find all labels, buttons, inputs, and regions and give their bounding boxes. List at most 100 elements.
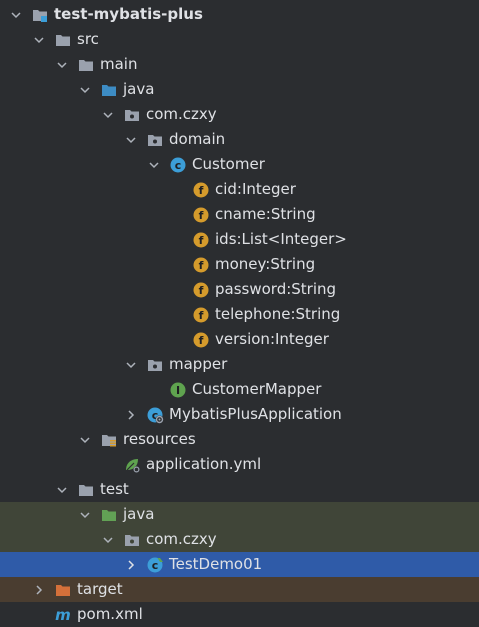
tree-node-mapper[interactable]: mapper (0, 352, 479, 377)
tree-node-main-package[interactable]: com.czxy (0, 102, 479, 127)
tree-node-field[interactable]: f telephone:String (0, 302, 479, 327)
field-label: cname:String (215, 205, 316, 223)
field-icon: f (193, 282, 209, 298)
field-label: cid:Integer (215, 180, 296, 198)
svg-text:f: f (199, 259, 204, 272)
svg-text:f: f (199, 284, 204, 297)
node-label: pom.xml (77, 605, 143, 623)
field-label: version:Integer (215, 330, 329, 348)
tree-node-field[interactable]: f password:String (0, 277, 479, 302)
node-label: com.czxy (146, 530, 217, 548)
interface-icon: I (170, 382, 186, 398)
chevron-down-icon[interactable] (54, 482, 70, 498)
node-label: java (123, 80, 155, 98)
chevron-down-icon[interactable] (77, 507, 93, 523)
node-label: CustomerMapper (192, 380, 322, 398)
tree-node-resources[interactable]: resources (0, 427, 479, 452)
svg-text:f: f (199, 184, 204, 197)
node-label: test (100, 480, 129, 498)
tree-node-main-java[interactable]: java (0, 77, 479, 102)
folder-icon (55, 32, 71, 48)
folder-icon (78, 482, 94, 498)
project-name: test-mybatis-plus (54, 5, 203, 23)
node-label: resources (123, 430, 196, 448)
svg-text:m: m (55, 606, 71, 624)
node-label: java (123, 505, 155, 523)
tree-node-application-yml[interactable]: application.yml (0, 452, 479, 477)
tree-node-test[interactable]: test (0, 477, 479, 502)
package-icon (124, 107, 140, 123)
package-icon (147, 132, 163, 148)
node-label: mapper (169, 355, 228, 373)
package-icon (147, 357, 163, 373)
maven-icon: m (55, 606, 71, 624)
spring-boot-class-icon: c (147, 407, 164, 423)
field-label: ids:List<Integer> (215, 230, 347, 248)
tree-node-test-java[interactable]: java (0, 502, 479, 527)
node-label: target (77, 580, 123, 598)
tree-node-application-class[interactable]: c MybatisPlusApplication (0, 402, 479, 427)
svg-text:f: f (199, 209, 204, 222)
tree-node-main[interactable]: main (0, 52, 479, 77)
chevron-down-icon[interactable] (31, 32, 47, 48)
svg-text:f: f (199, 309, 204, 322)
chevron-down-icon[interactable] (146, 157, 162, 173)
module-folder-icon (32, 7, 48, 23)
tree-node-field[interactable]: f cname:String (0, 202, 479, 227)
class-icon: c (170, 157, 186, 173)
field-icon: f (193, 207, 209, 223)
node-label: domain (169, 130, 226, 148)
node-label: Customer (192, 155, 265, 173)
svg-text:c: c (152, 559, 159, 572)
chevron-down-icon[interactable] (77, 82, 93, 98)
tree-node-field[interactable]: f cid:Integer (0, 177, 479, 202)
tree-node-customer-mapper[interactable]: I CustomerMapper (0, 377, 479, 402)
node-label: main (100, 55, 138, 73)
package-icon (124, 532, 140, 548)
chevron-right-icon[interactable] (123, 407, 139, 423)
field-icon: f (193, 232, 209, 248)
tree-node-field[interactable]: f money:String (0, 252, 479, 277)
spring-config-icon (124, 457, 140, 473)
field-label: money:String (215, 255, 316, 273)
chevron-down-icon[interactable] (100, 532, 116, 548)
chevron-down-icon[interactable] (100, 107, 116, 123)
field-icon: f (193, 257, 209, 273)
project-tree: test-mybatis-plus src main java com.czxy… (0, 0, 479, 627)
tree-node-domain[interactable]: domain (0, 127, 479, 152)
tree-node-field[interactable]: f ids:List<Integer> (0, 227, 479, 252)
tree-node-test-class[interactable]: c TestDemo01 (0, 552, 479, 577)
resources-folder-icon (101, 432, 117, 448)
tree-node-customer-class[interactable]: c Customer (0, 152, 479, 177)
excluded-folder-icon (55, 582, 71, 598)
tree-node-project-root[interactable]: test-mybatis-plus (0, 2, 479, 27)
chevron-down-icon[interactable] (123, 357, 139, 373)
test-source-folder-icon (101, 507, 117, 523)
field-icon: f (193, 307, 209, 323)
folder-icon (78, 57, 94, 73)
chevron-right-icon[interactable] (31, 582, 47, 598)
tree-node-target[interactable]: target (0, 577, 479, 602)
node-label: MybatisPlusApplication (169, 405, 342, 423)
chevron-right-icon[interactable] (123, 557, 139, 573)
chevron-down-icon[interactable] (8, 7, 24, 23)
svg-text:I: I (176, 384, 180, 397)
tree-node-field[interactable]: f version:Integer (0, 327, 479, 352)
test-class-icon: c (147, 557, 163, 573)
tree-node-src[interactable]: src (0, 27, 479, 52)
chevron-down-icon[interactable] (123, 132, 139, 148)
field-label: password:String (215, 280, 337, 298)
svg-text:f: f (199, 234, 204, 247)
tree-node-pom[interactable]: m pom.xml (0, 602, 479, 627)
chevron-down-icon[interactable] (77, 432, 93, 448)
field-icon: f (193, 332, 209, 348)
svg-text:f: f (199, 334, 204, 347)
node-label: src (77, 30, 99, 48)
svg-text:c: c (175, 159, 182, 172)
source-folder-icon (101, 82, 117, 98)
tree-node-test-package[interactable]: com.czxy (0, 527, 479, 552)
chevron-down-icon[interactable] (54, 57, 70, 73)
node-label: application.yml (146, 455, 262, 473)
node-label: com.czxy (146, 105, 217, 123)
field-icon: f (193, 182, 209, 198)
